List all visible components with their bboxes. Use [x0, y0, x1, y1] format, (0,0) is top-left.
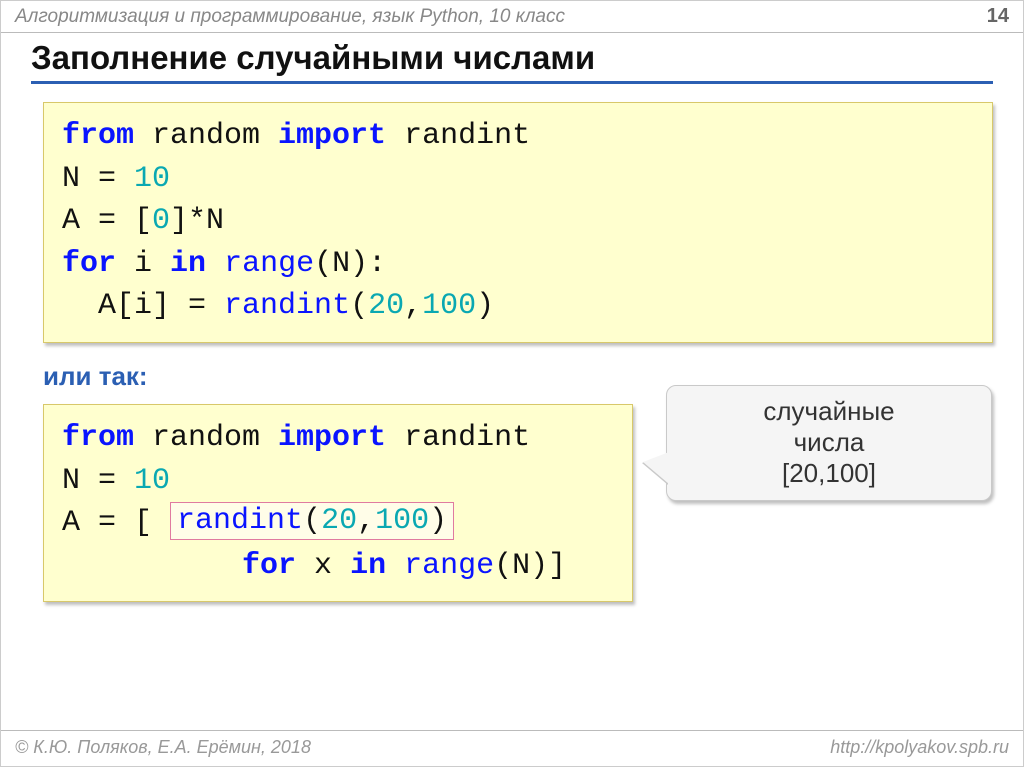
kw-for: for: [242, 549, 296, 583]
kw-from: from: [62, 119, 134, 153]
code-text: random: [134, 119, 278, 153]
callout-line: числа: [677, 427, 981, 458]
code-text: (N)]: [494, 549, 566, 583]
code-line: N = 10: [62, 158, 974, 201]
code-text: (: [350, 289, 368, 323]
slide: Алгоритмизация и программирование, язык …: [0, 0, 1024, 767]
code-line: N = 10: [62, 460, 614, 503]
footer: © К.Ю. Поляков, Е.А. Ерёмин, 2018 http:/…: [1, 730, 1023, 766]
kw-import: import: [278, 119, 386, 153]
code-text: [206, 247, 224, 281]
code-block-2: from random import randint N = 10 A = [ …: [43, 404, 633, 602]
kw-import: import: [278, 421, 386, 455]
code-text: [386, 549, 404, 583]
num: 20: [368, 289, 404, 323]
breadcrumb: Алгоритмизация и программирование, язык …: [15, 6, 565, 28]
callout-line: случайные: [677, 396, 981, 427]
code-text: i: [116, 247, 170, 281]
num: 20: [321, 504, 357, 538]
code-line: A[i] = randint(20,100): [62, 285, 974, 328]
code-text: ,: [357, 504, 375, 538]
num: 0: [152, 204, 170, 238]
code-text: A: [62, 506, 80, 540]
code-text: randint: [386, 119, 530, 153]
code-text: A: [62, 204, 80, 238]
code-line: for x in range(N)]: [62, 545, 614, 588]
code-text: A[i]: [62, 289, 170, 323]
fn-range: range: [404, 549, 494, 583]
code-text: x: [296, 549, 350, 583]
fn-randint: randint: [177, 504, 303, 538]
code-line: from random import randint: [62, 417, 614, 460]
code-text: =: [80, 464, 134, 498]
fn-range: range: [224, 247, 314, 281]
code-text: [62, 549, 242, 583]
callout-line: [20,100]: [677, 458, 981, 489]
code-line: A = [ randint(20,100): [62, 502, 614, 545]
inline-highlight: randint(20,100): [170, 502, 454, 540]
content: Заполнение случайными числами from rando…: [1, 33, 1023, 730]
callout-tail-icon: [643, 452, 669, 484]
page-title: Заполнение случайными числами: [31, 39, 993, 84]
code-line: for i in range(N):: [62, 243, 974, 286]
footer-url: http://kpolyakov.spb.ru: [830, 737, 1009, 758]
code-text: random: [134, 421, 278, 455]
code-text: ]*N: [170, 204, 224, 238]
code-line: from random import randint: [62, 115, 974, 158]
code-text: N: [62, 464, 80, 498]
code-text: N: [62, 162, 80, 196]
footer-copyright: © К.Ю. Поляков, Е.А. Ерёмин, 2018: [15, 737, 311, 758]
num: 10: [134, 464, 170, 498]
kw-from: from: [62, 421, 134, 455]
code-text: (N):: [314, 247, 386, 281]
topbar: Алгоритмизация и программирование, язык …: [1, 1, 1023, 30]
kw-in: in: [350, 549, 386, 583]
code-text: (: [303, 504, 321, 538]
code-text: = [: [80, 204, 152, 238]
code-text: ,: [404, 289, 422, 323]
code-text: =: [170, 289, 224, 323]
code-text: randint: [386, 421, 530, 455]
code-text: ): [476, 289, 494, 323]
code-block-1: from random import randint N = 10 A = [0…: [43, 102, 993, 343]
code-text: =: [80, 162, 134, 196]
code-text: ): [429, 504, 447, 538]
fn-randint: randint: [224, 289, 350, 323]
kw-in: in: [170, 247, 206, 281]
code-line: A = [0]*N: [62, 200, 974, 243]
code-block-2-wrap: from random import randint N = 10 A = [ …: [31, 404, 993, 602]
num: 100: [375, 504, 429, 538]
callout-bubble: случайные числа [20,100]: [666, 385, 992, 501]
kw-for: for: [62, 247, 116, 281]
code-text: = [: [80, 506, 170, 540]
num: 100: [422, 289, 476, 323]
num: 10: [134, 162, 170, 196]
page-number: 14: [987, 5, 1009, 28]
